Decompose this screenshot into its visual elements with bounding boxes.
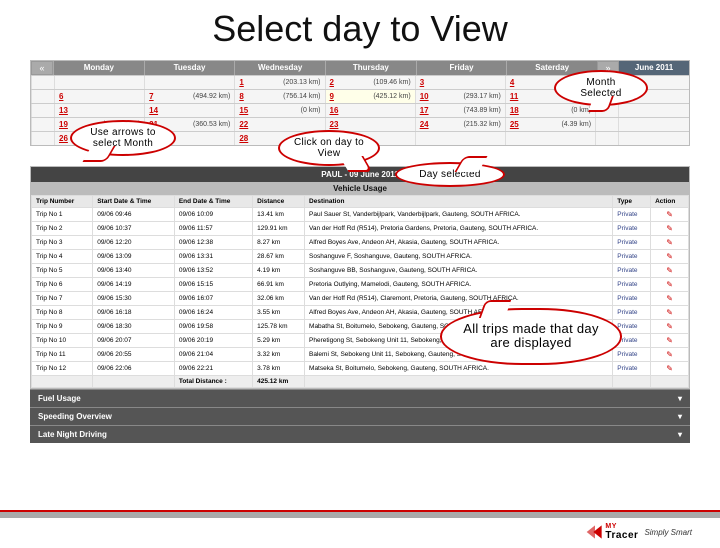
dayhead: Tuesday xyxy=(144,61,235,75)
prev-month-button[interactable]: « xyxy=(31,61,53,75)
calendar-day[interactable] xyxy=(144,76,234,89)
calendar-day[interactable]: 15(0 km) xyxy=(234,104,324,117)
calendar-day[interactable]: 3 xyxy=(415,76,505,89)
edit-icon[interactable]: ✎ xyxy=(666,210,673,219)
calendar-day[interactable]: 17(743.89 km) xyxy=(415,104,505,117)
brand-slogan: Simply Smart xyxy=(644,528,692,537)
calendar-day[interactable]: 6 xyxy=(54,90,144,103)
calendar-day[interactable]: 13 xyxy=(54,104,144,117)
tracer-logo-icon xyxy=(585,522,605,542)
calendar-day[interactable]: 10(293.17 km) xyxy=(415,90,505,103)
section-toggle[interactable]: Speeding Overview▾ xyxy=(30,407,690,425)
column-header: Action xyxy=(651,196,689,208)
calendar-day[interactable]: 18(0 km) xyxy=(505,104,595,117)
table-row[interactable]: Trip No 109/06 09:4609/06 10:0913.41 kmP… xyxy=(32,208,689,222)
table-row[interactable]: Trip No 709/06 15:3009/06 16:0732.06 kmV… xyxy=(32,292,689,306)
brand-logo: MYTracer Simply Smart xyxy=(585,522,692,542)
table-row[interactable]: Trip No 309/06 12:2009/06 12:388.27 kmAl… xyxy=(32,236,689,250)
edit-icon[interactable]: ✎ xyxy=(666,224,673,233)
calendar-day[interactable]: 9(425.12 km) xyxy=(325,90,415,103)
table-row[interactable]: Trip No 609/06 14:1909/06 15:1566.91 kmP… xyxy=(32,278,689,292)
annotation-use-arrows: Use arrows to select Month xyxy=(70,120,176,156)
calendar-day[interactable]: 24(215.32 km) xyxy=(415,118,505,131)
section-toggle[interactable]: Fuel Usage▾ xyxy=(30,389,690,407)
column-header: End Date & Time xyxy=(174,196,252,208)
table-row[interactable]: Trip No 1209/06 22:0609/06 22:213.78 kmM… xyxy=(32,362,689,376)
dayhead: Friday xyxy=(416,61,507,75)
calendar-day[interactable]: 25(4.39 km) xyxy=(505,118,595,131)
calendar-day[interactable] xyxy=(54,76,144,89)
dayhead: Monday xyxy=(53,61,144,75)
dayhead: Wednesday xyxy=(234,61,325,75)
dayhead: Thursday xyxy=(325,61,416,75)
edit-icon[interactable]: ✎ xyxy=(666,266,673,275)
calendar-day[interactable]: 2(109.46 km) xyxy=(325,76,415,89)
column-header: Type xyxy=(613,196,651,208)
calendar-day[interactable] xyxy=(505,132,595,145)
annotation-day-selected: Day selected xyxy=(395,162,505,187)
brand-name: Tracer xyxy=(605,530,638,541)
calendar-day[interactable]: 22 xyxy=(234,118,324,131)
total-distance-value: 425.12 km xyxy=(253,376,305,388)
column-header: Destination xyxy=(305,196,613,208)
edit-icon[interactable]: ✎ xyxy=(666,308,673,317)
calendar-day[interactable]: 8(756.14 km) xyxy=(234,90,324,103)
edit-icon[interactable]: ✎ xyxy=(666,252,673,261)
annotation-click-day: Click on day to View xyxy=(278,130,380,166)
calendar-day[interactable]: 14 xyxy=(144,104,234,117)
calendar-day[interactable]: 23 xyxy=(325,118,415,131)
edit-icon[interactable]: ✎ xyxy=(666,238,673,247)
calendar-day[interactable]: 16 xyxy=(325,104,415,117)
calendar-day[interactable] xyxy=(415,132,505,145)
edit-icon[interactable]: ✎ xyxy=(666,350,673,359)
table-row[interactable]: Trip No 409/06 13:0909/06 13:3128.67 kmS… xyxy=(32,250,689,264)
total-distance-label: Total Distance : xyxy=(174,376,252,388)
table-row[interactable]: Trip No 209/06 10:3709/06 11:57129.91 km… xyxy=(32,222,689,236)
annotation-month-selected: Month Selected xyxy=(554,70,648,106)
annotation-all-trips: All trips made that day are displayed xyxy=(440,308,622,365)
vehicle-usage-header[interactable]: Vehicle Usage xyxy=(31,182,689,195)
column-header: Trip Number xyxy=(32,196,93,208)
chevron-down-icon: ▾ xyxy=(678,412,682,421)
chevron-down-icon: ▾ xyxy=(678,430,682,439)
edit-icon[interactable]: ✎ xyxy=(666,322,673,331)
edit-icon[interactable]: ✎ xyxy=(666,364,673,373)
section-toggle[interactable]: Late Night Driving▾ xyxy=(30,425,690,443)
calendar-day[interactable]: 7(494.92 km) xyxy=(144,90,234,103)
edit-icon[interactable]: ✎ xyxy=(666,294,673,303)
footer-stripe xyxy=(0,510,720,518)
edit-icon[interactable]: ✎ xyxy=(666,280,673,289)
column-header: Start Date & Time xyxy=(93,196,175,208)
slide-title: Select day to View xyxy=(0,8,720,50)
chevron-down-icon: ▾ xyxy=(678,394,682,403)
table-row[interactable]: Trip No 509/06 13:4009/06 13:524.19 kmSo… xyxy=(32,264,689,278)
edit-icon[interactable]: ✎ xyxy=(666,336,673,345)
calendar-day[interactable]: 1(203.13 km) xyxy=(234,76,324,89)
column-header: Distance xyxy=(253,196,305,208)
